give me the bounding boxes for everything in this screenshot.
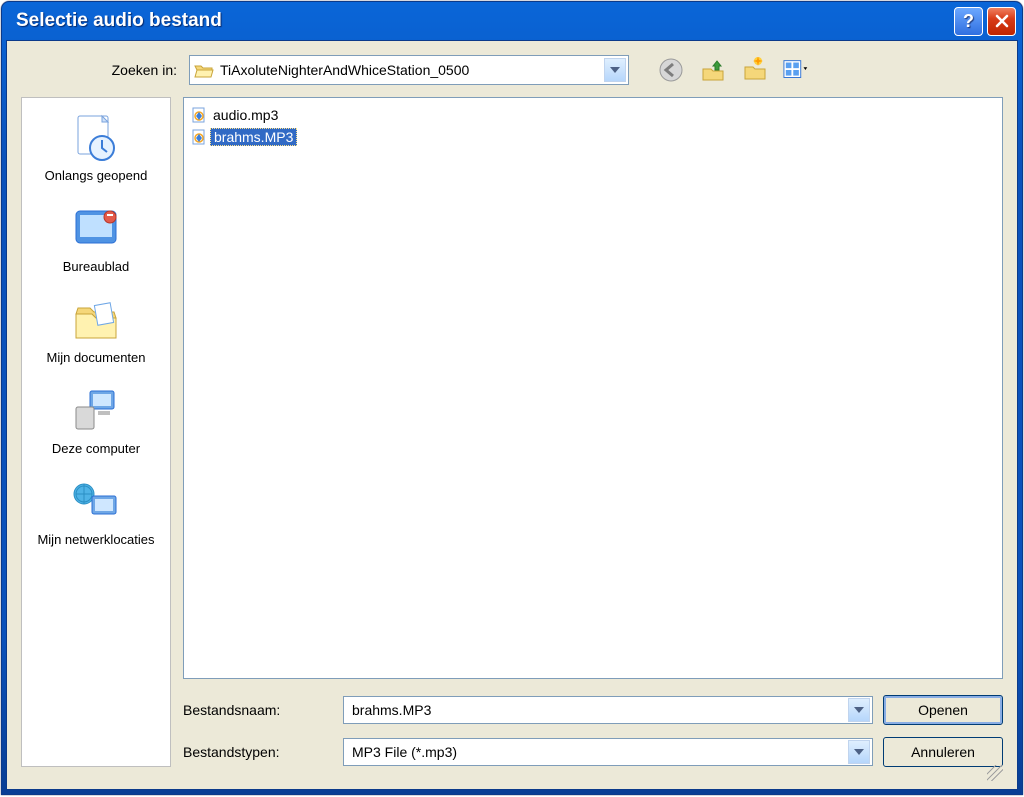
file-open-dialog: Selectie audio bestand ? Zoeken in: [1,1,1023,795]
chevron-down-icon [854,707,864,713]
file-name: audio.mp3 [210,107,281,123]
filename-field[interactable]: brahms.MP3 [343,696,873,724]
view-menu-icon [783,59,811,81]
place-my-documents[interactable]: Mijn documenten [22,288,170,379]
lookin-value: TiAxoluteNighterAndWhiceStation_0500 [216,62,604,78]
filetype-dropdown-button[interactable] [848,740,870,764]
places-bar: Onlangs geopend Bureaublad [21,97,171,767]
window-title: Selectie audio bestand [16,10,954,32]
place-label: Onlangs geopend [22,168,170,183]
back-button[interactable] [657,56,685,84]
filetype-label: Bestandstypen: [183,744,333,760]
recent-documents-icon [68,112,124,164]
place-label: Mijn documenten [22,350,170,365]
place-recent[interactable]: Onlangs geopend [22,106,170,197]
close-icon [995,14,1009,28]
open-button[interactable]: Openen [883,695,1003,725]
filename-label: Bestandsnaam: [183,702,333,718]
resize-grip[interactable] [987,765,1003,781]
place-my-computer[interactable]: Deze computer [22,379,170,470]
cancel-button[interactable]: Annuleren [883,737,1003,767]
desktop-icon [68,203,124,255]
help-icon: ? [963,11,974,32]
new-folder-button[interactable] [741,56,769,84]
view-menu-button[interactable] [783,56,811,84]
my-computer-icon [68,385,124,437]
new-folder-icon [742,57,768,83]
my-documents-icon [68,294,124,346]
lookin-dropdown-button[interactable] [604,58,626,82]
filetype-value: MP3 File (*.mp3) [344,744,848,760]
help-button[interactable]: ? [954,7,983,36]
file-item[interactable]: brahms.MP3 [190,126,996,148]
filename-dropdown-button[interactable] [848,698,870,722]
lookin-label: Zoeken in: [61,62,181,78]
client-area: Zoeken in: TiAxoluteNighterAndWhiceStati… [6,40,1018,790]
network-places-icon [68,476,124,528]
place-desktop[interactable]: Bureaublad [22,197,170,288]
place-label: Mijn netwerklocaties [22,532,170,547]
up-one-level-button[interactable] [699,56,727,84]
lookin-combobox[interactable]: TiAxoluteNighterAndWhiceStation_0500 [189,55,629,85]
close-button[interactable] [987,7,1016,36]
place-label: Deze computer [22,441,170,456]
file-name: brahms.MP3 [210,128,297,146]
chevron-down-icon [610,67,620,73]
file-item[interactable]: audio.mp3 [190,104,996,126]
folder-open-icon [194,61,214,79]
place-network[interactable]: Mijn netwerklocaties [22,470,170,561]
folder-up-icon [700,57,726,83]
filename-value: brahms.MP3 [344,702,848,718]
place-label: Bureaublad [22,259,170,274]
audio-file-icon [190,106,208,124]
titlebar: Selectie audio bestand ? [2,2,1022,40]
file-list[interactable]: audio.mp3 brahms.MP3 [183,97,1003,679]
chevron-down-icon [854,749,864,755]
filetype-combobox[interactable]: MP3 File (*.mp3) [343,738,873,766]
audio-file-icon [190,128,208,146]
back-icon [658,57,684,83]
